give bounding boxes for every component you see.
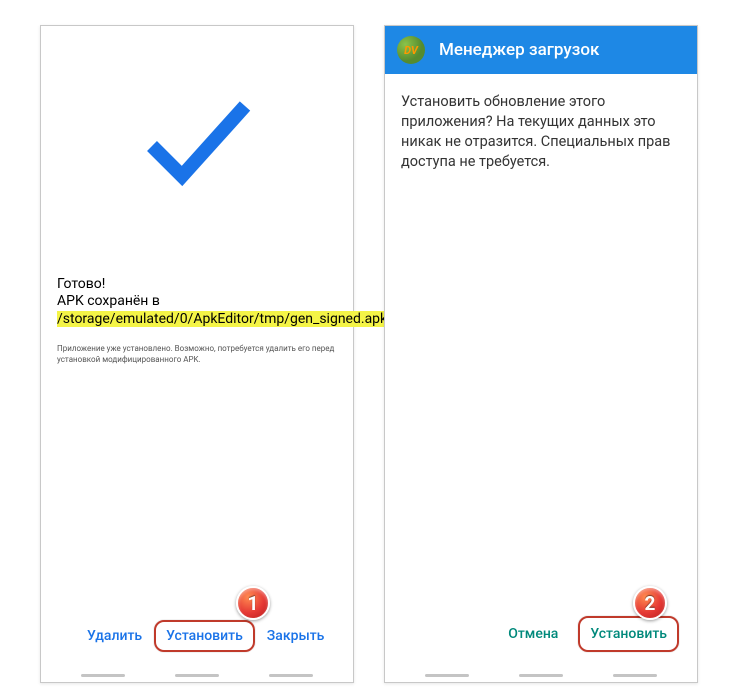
nav-pill [425, 674, 469, 677]
install-note: Приложение уже установлено. Возможно, по… [57, 344, 337, 365]
checkmark-icon [137, 91, 257, 191]
app-icon: DV [397, 36, 425, 64]
nav-bar [41, 674, 353, 682]
status-label: Готово! [57, 276, 337, 292]
apk-path-text: APK сохранён в /storage/emulated/0/ApkEd… [57, 292, 337, 328]
install-button[interactable]: Установить [154, 620, 255, 652]
step-badge-2: 2 [633, 586, 667, 620]
nav-pill [269, 674, 313, 677]
nav-pill [175, 674, 219, 677]
delete-button[interactable]: Удалить [75, 620, 154, 652]
nav-pill [613, 674, 657, 677]
content-area: Готово! APK сохранён в /storage/emulated… [41, 26, 353, 674]
success-indicator [57, 26, 337, 256]
installer-title: Менеджер загрузок [439, 40, 599, 60]
installer-message: Установить обновление этого приложения? … [385, 74, 697, 616]
installer-header: DV Менеджер загрузок [385, 26, 697, 74]
installer-actions: Отмена Установить [385, 616, 697, 674]
nav-pill [81, 674, 125, 677]
close-button[interactable]: Закрыть [255, 620, 337, 652]
installer-screen: DV Менеджер загрузок Установить обновлен… [384, 25, 698, 683]
apk-editor-screen: Готово! APK сохранён в /storage/emulated… [40, 25, 354, 683]
nav-bar [385, 674, 697, 682]
install-button[interactable]: Установить [578, 616, 679, 652]
action-bar: Удалить Установить Закрыть [57, 620, 337, 674]
path-prefix: APK сохранён в [57, 293, 160, 309]
nav-pill [519, 674, 563, 677]
cancel-button[interactable]: Отмена [498, 618, 568, 650]
path-value: /storage/emulated/0/ApkEditor/tmp/gen_si… [57, 311, 387, 327]
step-badge-1: 1 [236, 586, 270, 620]
